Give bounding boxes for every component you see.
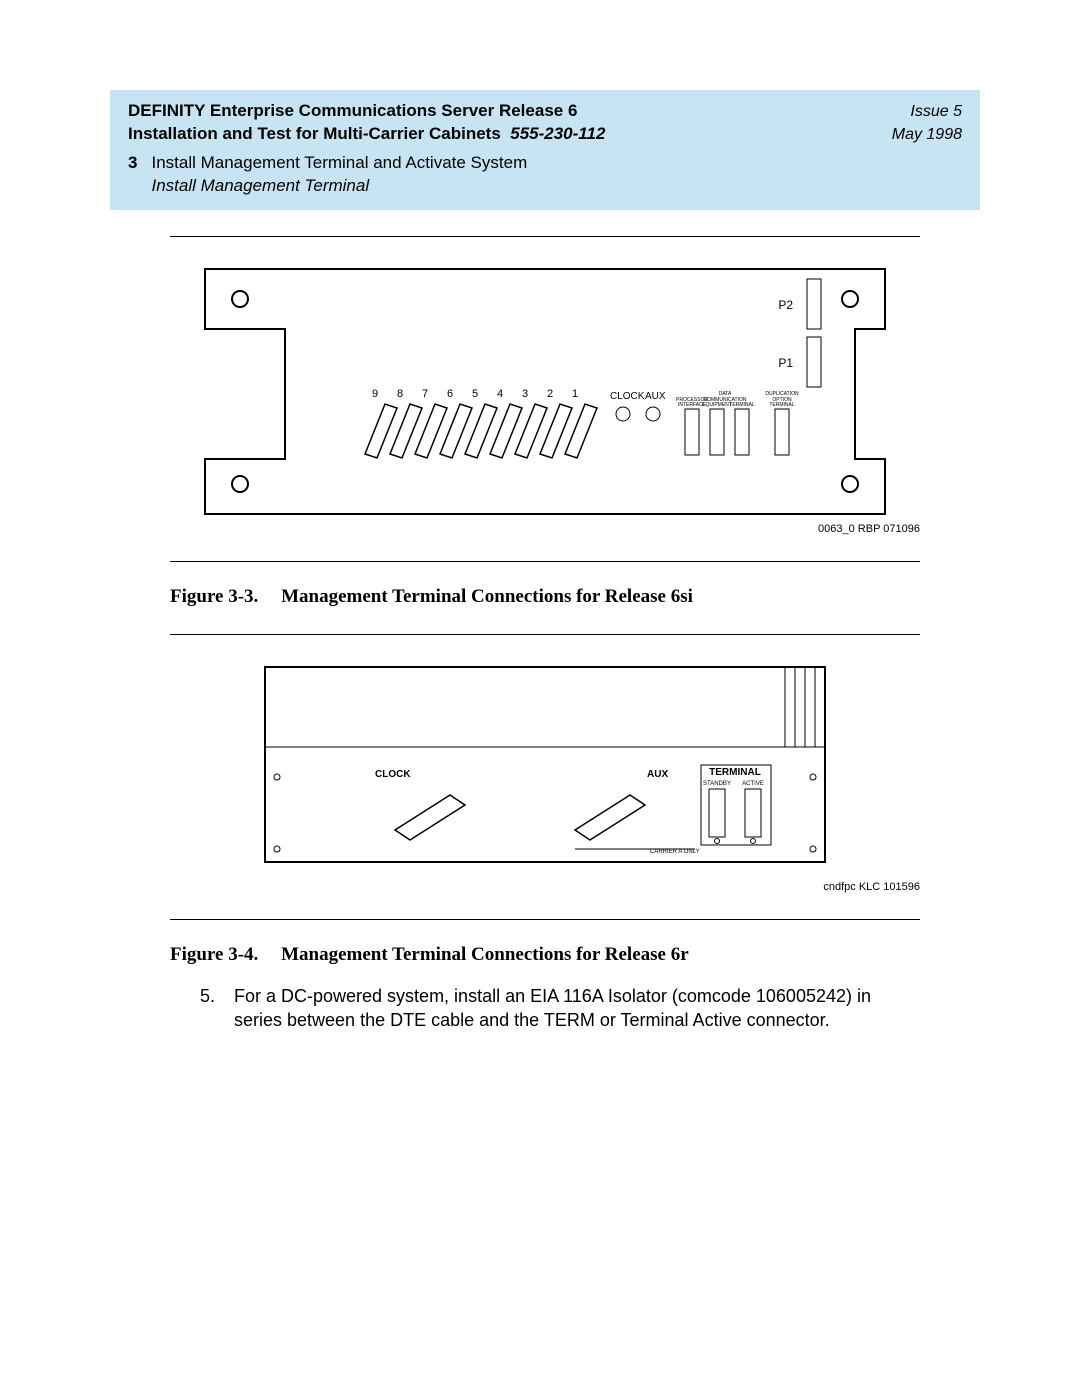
chapter-sub: Install Management Terminal [151,175,527,198]
svg-text:2: 2 [547,388,553,400]
rule-above-fig4 [170,634,920,635]
figure-3-4: CLOCK AUX TERMINAL STANDBY ACTIVE CARRIE… [170,657,920,893]
svg-text:TERMINAL: TERMINAL [729,402,755,408]
svg-text:STANDBY: STANDBY [703,781,731,787]
doc-date: May 1998 [892,124,962,146]
svg-text:AUX: AUX [647,769,668,780]
svg-text:P1: P1 [778,356,793,370]
svg-text:P2: P2 [778,298,793,312]
svg-text:6: 6 [447,388,453,400]
step-5: 5. For a DC-powered system, install an E… [200,984,920,1033]
svg-text:1: 1 [572,388,578,400]
rule-below-fig4 [170,919,920,920]
svg-text:8: 8 [397,388,403,400]
svg-text:TERMINAL: TERMINAL [769,402,795,408]
fig3-drawing-code: 0063_0 RBP 071096 [170,523,920,535]
svg-text:CLOCK: CLOCK [375,769,411,780]
doc-title: DEFINITY Enterprise Communications Serve… [128,100,577,123]
svg-text:3: 3 [522,388,528,400]
doc-issue: Issue 5 [910,101,962,123]
svg-text:CARRIER A ONLY: CARRIER A ONLY [650,849,700,855]
fig3-caption: Figure 3-3. Management Terminal Connecti… [170,586,920,608]
svg-text:5: 5 [472,388,478,400]
doc-header: DEFINITY Enterprise Communications Serve… [110,90,980,210]
step-number: 5. [200,984,224,1033]
svg-text:EQUIPMENT: EQUIPMENT [702,402,732,408]
doc-subtitle: Installation and Test for Multi-Carrier … [128,123,605,146]
svg-text:9: 9 [372,388,378,400]
panel-6r-diagram: CLOCK AUX TERMINAL STANDBY ACTIVE CARRIE… [255,657,835,877]
fig4-drawing-code: cndfpc KLC 101596 [170,881,920,893]
panel-6si-diagram: P2 P1 9 8 7 6 5 4 3 2 1 [185,259,905,519]
chapter-number: 3 [128,152,137,198]
step-text: For a DC-powered system, install an EIA … [234,984,920,1033]
figure-3-3: P2 P1 9 8 7 6 5 4 3 2 1 [170,259,920,535]
fig4-caption: Figure 3-4. Management Terminal Connecti… [170,944,920,966]
svg-text:ACTIVE: ACTIVE [742,781,764,787]
svg-text:7: 7 [422,388,428,400]
rule-below-fig3 [170,561,920,562]
svg-text:TERMINAL: TERMINAL [709,767,761,778]
rule-above-fig3 [170,236,920,237]
chapter-title: Install Management Terminal and Activate… [151,153,527,172]
svg-text:AUX: AUX [645,391,666,402]
svg-text:4: 4 [497,388,503,400]
svg-text:CLOCK: CLOCK [610,391,645,402]
